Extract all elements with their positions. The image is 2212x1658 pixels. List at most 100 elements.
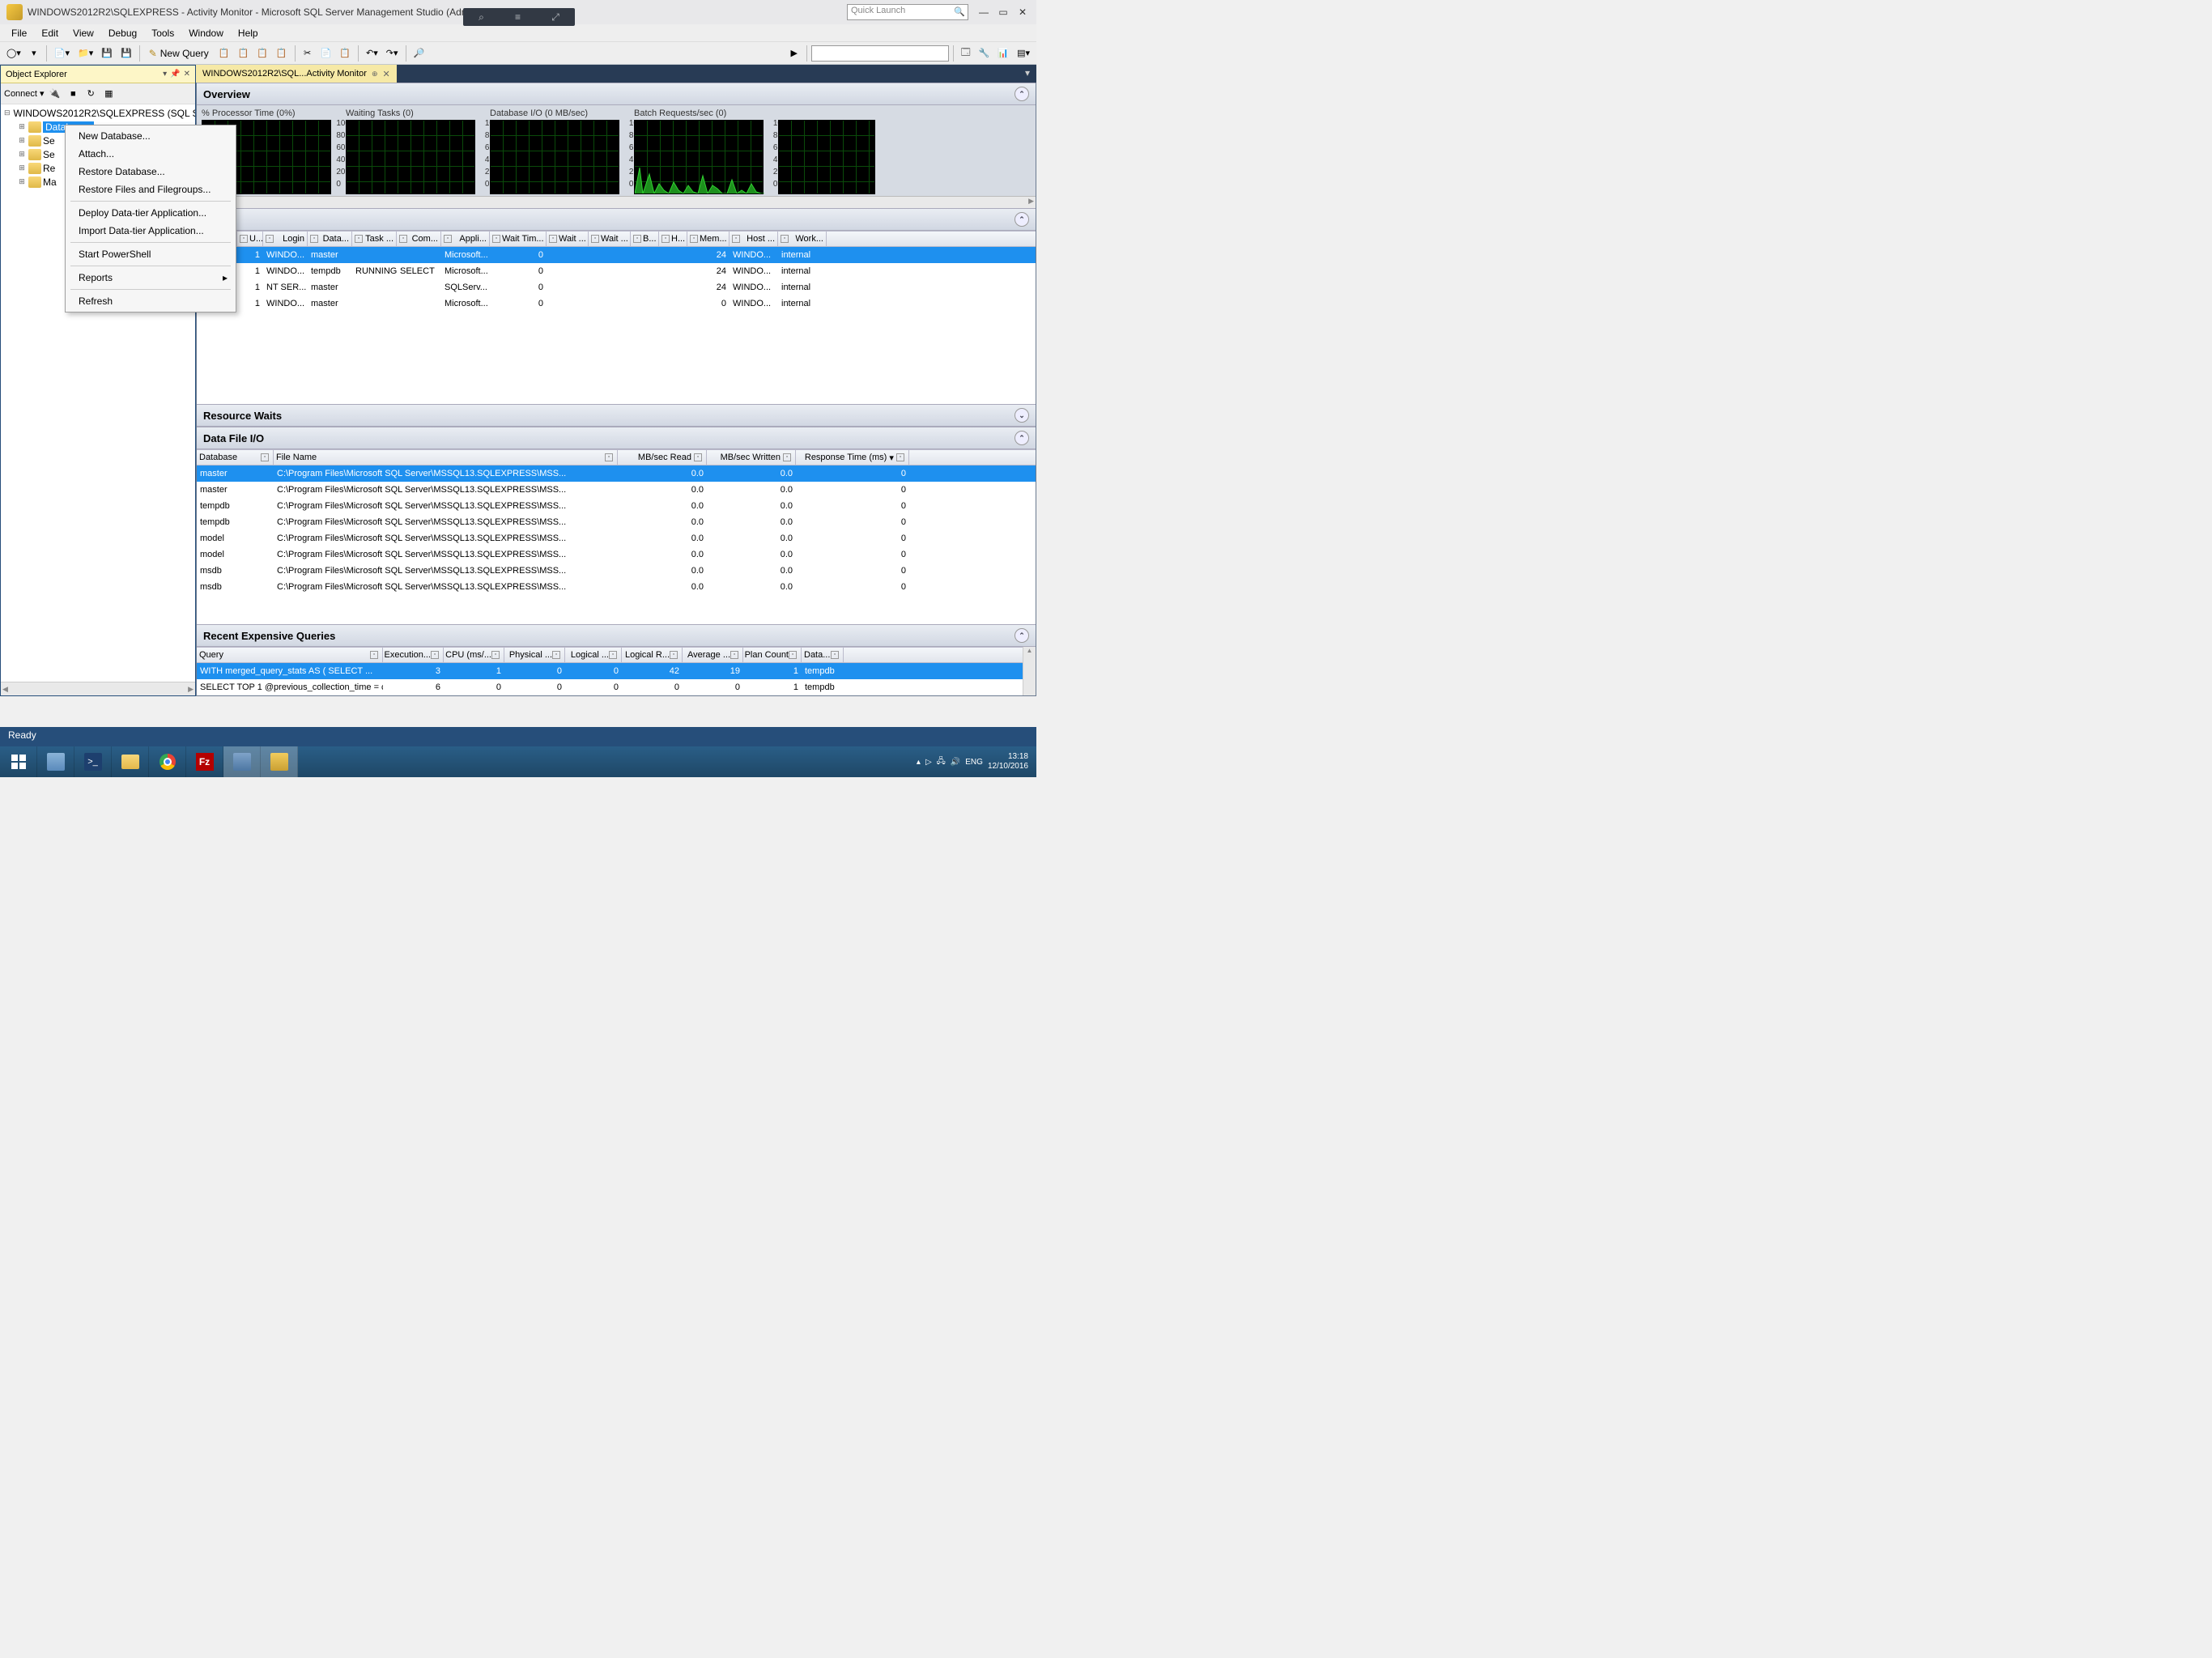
file-io-header[interactable]: Data File I/O ⌃ bbox=[197, 427, 1036, 449]
save-all-button[interactable]: 💾 bbox=[117, 45, 135, 62]
table-row[interactable]: masterC:\Program Files\Microsoft SQL Ser… bbox=[197, 466, 1036, 482]
dropdown-icon[interactable]: ▾ bbox=[163, 70, 167, 79]
table-row[interactable]: 1WINDO...masterMicrosoft...024WINDO...in… bbox=[197, 247, 1036, 263]
table-row[interactable]: msdbC:\Program Files\Microsoft SQL Serve… bbox=[197, 579, 1036, 595]
undo-button[interactable]: ↶▾ bbox=[363, 45, 381, 62]
open-button[interactable]: 📁▾ bbox=[74, 45, 96, 62]
close-icon[interactable]: ✕ bbox=[184, 70, 190, 79]
powershell-icon[interactable]: >_ bbox=[74, 746, 112, 777]
collapse-icon[interactable]: ⌃ bbox=[1015, 431, 1029, 445]
filter-button[interactable]: ▦ bbox=[100, 85, 117, 103]
tray-chevron-icon[interactable]: ▴ bbox=[917, 758, 921, 767]
disconnect-button[interactable]: 🔌 bbox=[46, 85, 64, 103]
copy-button[interactable]: 📄 bbox=[317, 45, 335, 62]
minimize-button[interactable]: — bbox=[976, 6, 991, 18]
execute-arrow-button[interactable]: ▶ bbox=[786, 45, 802, 62]
close-button[interactable]: ✕ bbox=[1015, 6, 1030, 18]
table-row[interactable]: masterC:\Program Files\Microsoft SQL Ser… bbox=[197, 482, 1036, 498]
save-button[interactable]: 💾 bbox=[98, 45, 116, 62]
document-tab[interactable]: WINDOWS2012R2\SQL...Activity Monitor ⊕ ✕ bbox=[196, 65, 397, 83]
overview-scrollbar[interactable] bbox=[197, 196, 1036, 208]
menu-edit[interactable]: Edit bbox=[35, 26, 65, 40]
tray-language[interactable]: ENG bbox=[965, 758, 983, 767]
nav-fwd-button[interactable]: ▾ bbox=[26, 45, 42, 62]
quick-launch-input[interactable]: Quick Launch 🔍 bbox=[847, 4, 968, 20]
ssms-icon[interactable] bbox=[261, 746, 298, 777]
menu-tools[interactable]: Tools bbox=[145, 26, 181, 40]
mdx-query-button[interactable]: 📋 bbox=[253, 45, 271, 62]
collapse-icon[interactable]: ⌃ bbox=[1015, 87, 1029, 101]
refresh-button[interactable]: ↻ bbox=[83, 85, 99, 103]
activity-monitor-button[interactable]: 📊 bbox=[994, 45, 1012, 62]
ssms-config-icon[interactable] bbox=[223, 746, 261, 777]
resource-waits-header[interactable]: Resource Waits ⌄ bbox=[197, 404, 1036, 427]
registered-servers-button[interactable]: 🗔 bbox=[958, 45, 974, 62]
taskbar[interactable]: >_ Fz ▴ ▷ 🖧 🔊 ENG 13:1812/10/2016 bbox=[0, 746, 1036, 777]
context-menu-item[interactable]: Reports▸ bbox=[66, 269, 236, 287]
horizontal-scrollbar[interactable]: ◀▶ bbox=[1, 682, 195, 695]
queries-grid[interactable]: WITH merged_query_stats AS ( SELECT ...3… bbox=[197, 663, 1036, 695]
system-tray[interactable]: ▴ ▷ 🖧 🔊 ENG 13:1812/10/2016 bbox=[917, 752, 1036, 772]
collapse-icon[interactable]: ⌃ bbox=[1015, 628, 1029, 643]
context-menu-item[interactable]: Refresh bbox=[66, 292, 236, 310]
file-explorer-icon[interactable] bbox=[112, 746, 149, 777]
collapse-icon[interactable]: ⌄ bbox=[1015, 408, 1029, 423]
processes-header[interactable]: sses ⌃ bbox=[197, 208, 1036, 231]
tool-button[interactable]: 🔧 bbox=[976, 45, 993, 62]
table-row[interactable]: WITH merged_query_stats AS ( SELECT ...3… bbox=[197, 663, 1036, 679]
stop-button[interactable]: ■ bbox=[65, 85, 81, 103]
context-menu-item[interactable]: Import Data-tier Application... bbox=[66, 222, 236, 240]
menu-debug[interactable]: Debug bbox=[102, 26, 143, 40]
db-combo[interactable] bbox=[811, 45, 949, 62]
db-engine-query-button[interactable]: 📋 bbox=[215, 45, 233, 62]
close-tab-icon[interactable]: ✕ bbox=[383, 69, 390, 79]
analysis-query-button[interactable]: 📋 bbox=[234, 45, 252, 62]
pin-icon[interactable]: 📌 bbox=[170, 70, 180, 79]
processes-grid[interactable]: 1WINDO...masterMicrosoft...024WINDO...in… bbox=[197, 247, 1036, 312]
menu-help[interactable]: Help bbox=[232, 26, 265, 40]
cut-button[interactable]: ✂ bbox=[300, 45, 316, 62]
context-menu-item[interactable]: Attach... bbox=[66, 145, 236, 163]
tree-server-node[interactable]: ⊟WINDOWS2012R2\SQLEXPRESS (SQL Se bbox=[1, 106, 195, 120]
connect-button[interactable]: Connect ▾ bbox=[4, 88, 45, 99]
nav-back-button[interactable]: ◯▾ bbox=[3, 45, 24, 62]
menu-view[interactable]: View bbox=[66, 26, 100, 40]
tray-sound-icon[interactable]: 🔊 bbox=[951, 758, 960, 767]
tray-flag-icon[interactable]: ▷ bbox=[925, 758, 932, 767]
table-row[interactable]: tempdbC:\Program Files\Microsoft SQL Ser… bbox=[197, 514, 1036, 530]
start-button[interactable] bbox=[0, 746, 37, 777]
tool-button[interactable]: ▤▾ bbox=[1014, 45, 1033, 62]
file-io-columns[interactable]: Database▫ File Name▫ MB/sec Read ▫ MB/se… bbox=[197, 449, 1036, 466]
tab-dropdown-icon[interactable]: ▾ bbox=[1019, 65, 1036, 83]
search-icon[interactable]: 🔍 bbox=[954, 6, 965, 17]
table-row[interactable]: modelC:\Program Files\Microsoft SQL Serv… bbox=[197, 546, 1036, 563]
processes-columns[interactable]: ▫U... ▫Login ▫Data... ▫Task ... ▫Com... … bbox=[197, 231, 1036, 247]
redo-button[interactable]: ↷▾ bbox=[383, 45, 402, 62]
table-row[interactable]: 1NT SER...masterSQLServ...024WINDO...int… bbox=[197, 279, 1036, 295]
overview-header[interactable]: Overview ⌃ bbox=[197, 83, 1036, 105]
dmx-query-button[interactable]: 📋 bbox=[273, 45, 291, 62]
tray-network-icon[interactable]: 🖧 bbox=[937, 755, 946, 769]
context-menu-item[interactable]: Start PowerShell bbox=[66, 245, 236, 263]
databases-context-menu[interactable]: New Database...Attach...Restore Database… bbox=[65, 125, 236, 312]
tray-clock[interactable]: 13:1812/10/2016 bbox=[988, 752, 1028, 772]
table-row[interactable]: 541WINDO...masterMicrosoft...00WINDO...i… bbox=[197, 295, 1036, 312]
chrome-icon[interactable] bbox=[149, 746, 186, 777]
table-row[interactable]: 1WINDO...tempdbRUNNINGSELECTMicrosoft...… bbox=[197, 263, 1036, 279]
table-row[interactable]: modelC:\Program Files\Microsoft SQL Serv… bbox=[197, 530, 1036, 546]
context-menu-item[interactable]: Restore Database... bbox=[66, 163, 236, 181]
menu-file[interactable]: File bbox=[5, 26, 33, 40]
context-menu-item[interactable]: New Database... bbox=[66, 127, 236, 145]
queries-header[interactable]: Recent Expensive Queries ⌃ bbox=[197, 624, 1036, 647]
queries-columns[interactable]: Query▫ Execution...▫ CPU (ms/...▫ Physic… bbox=[197, 647, 1036, 663]
context-menu-item[interactable]: Restore Files and Filegroups... bbox=[66, 181, 236, 198]
collapse-icon[interactable]: ⌃ bbox=[1015, 212, 1029, 227]
context-menu-item[interactable]: Deploy Data-tier Application... bbox=[66, 204, 236, 222]
filezilla-icon[interactable]: Fz bbox=[186, 746, 223, 777]
paste-button[interactable]: 📋 bbox=[336, 45, 354, 62]
pin-icon[interactable]: ⊕ bbox=[372, 70, 378, 79]
vertical-scrollbar[interactable] bbox=[1023, 647, 1036, 695]
server-manager-icon[interactable] bbox=[37, 746, 74, 777]
find-button[interactable]: 🔎 bbox=[410, 45, 428, 62]
new-project-button[interactable]: 📄▾ bbox=[51, 45, 73, 62]
